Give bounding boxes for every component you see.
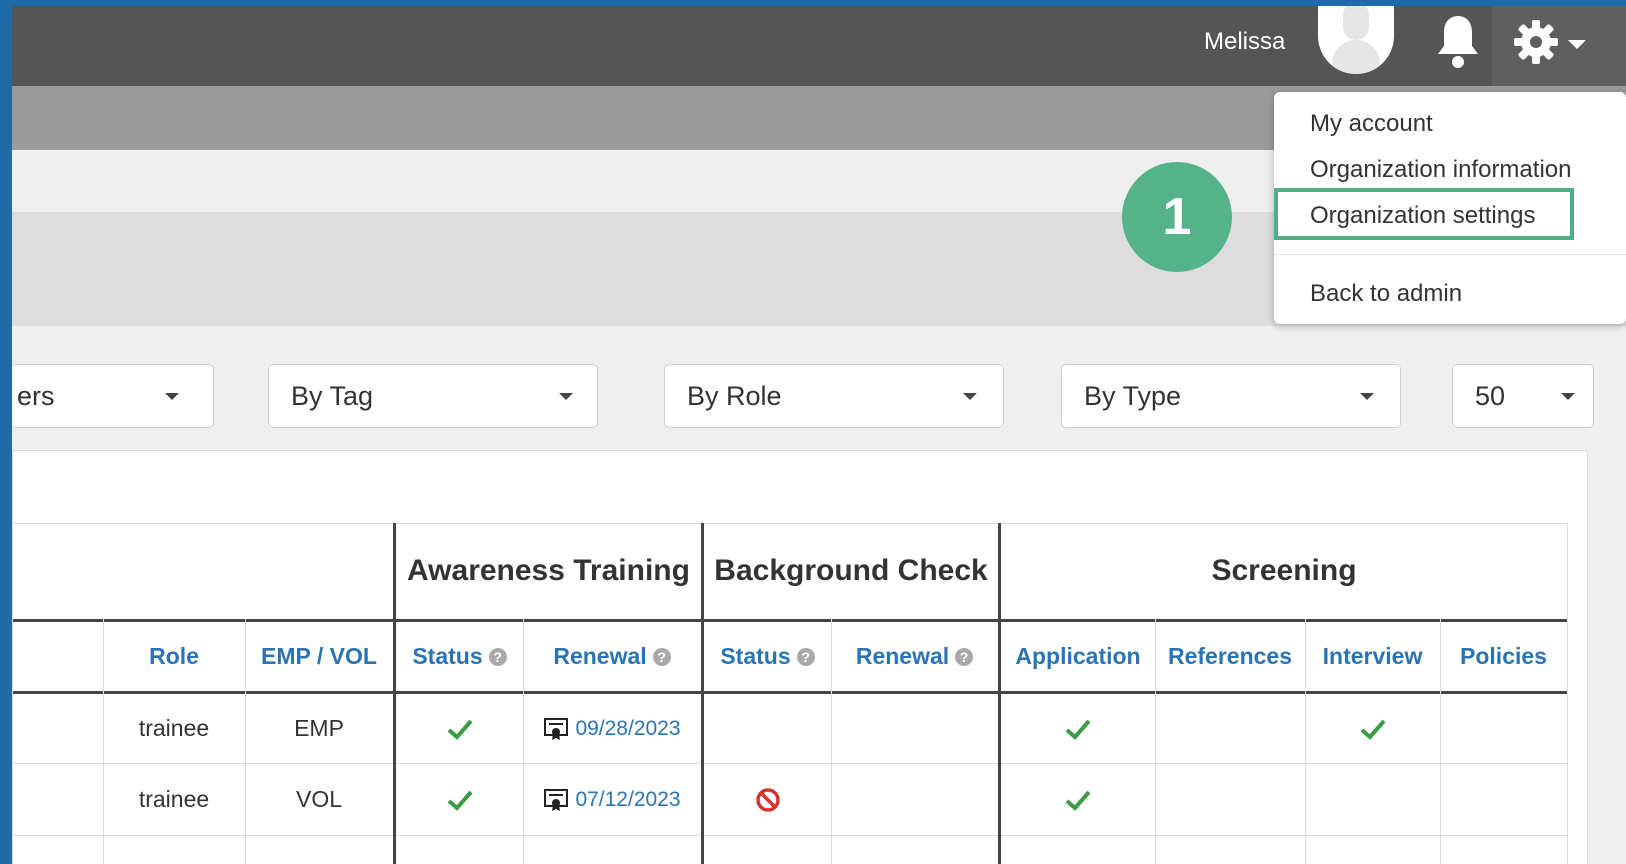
- chevron-down-icon: [963, 393, 977, 400]
- check-icon: [447, 790, 473, 811]
- group-screening: Screening: [1211, 554, 1357, 587]
- column-header-training-status[interactable]: Status?: [396, 622, 523, 691]
- filter-select-partial[interactable]: ers: [12, 364, 214, 428]
- column-header-emp-vol[interactable]: EMP / VOL: [245, 622, 393, 691]
- check-icon: [1065, 790, 1091, 811]
- top-nav-bar: Melissa: [12, 6, 1626, 86]
- filter-by-role[interactable]: By Role: [664, 364, 1004, 428]
- chevron-down-icon: [1568, 40, 1586, 49]
- help-icon[interactable]: ?: [652, 647, 671, 666]
- user-name[interactable]: Melissa: [1204, 28, 1285, 56]
- cell-training-renewal[interactable]: 09/28/2023: [523, 694, 701, 763]
- help-icon[interactable]: ?: [796, 647, 815, 666]
- filter-label: By Tag: [291, 381, 374, 411]
- column-header-background-status[interactable]: Status?: [704, 622, 831, 691]
- group-background-check: Background Check: [714, 554, 988, 587]
- column-header-training-renewal[interactable]: Renewal?: [523, 622, 701, 691]
- column-header-role[interactable]: Role: [103, 622, 245, 691]
- menu-item-back-to-admin[interactable]: Back to admin: [1310, 280, 1462, 308]
- help-icon[interactable]: ?: [488, 647, 507, 666]
- step-badge: 1: [1122, 162, 1232, 272]
- cell-emp-vol: EMP: [294, 715, 344, 741]
- filter-by-tag[interactable]: By Tag: [268, 364, 598, 428]
- cell-background-status: [704, 764, 831, 835]
- column-header-references[interactable]: References: [1155, 622, 1305, 691]
- menu-item-organization-information[interactable]: Organization information: [1310, 156, 1571, 184]
- column-header-policies[interactable]: Policies: [1440, 622, 1567, 691]
- chevron-down-icon: [559, 393, 573, 400]
- column-header-interview[interactable]: Interview: [1305, 622, 1440, 691]
- check-icon: [1360, 719, 1386, 740]
- column-header-application[interactable]: Application: [1001, 622, 1155, 691]
- chevron-down-icon: [1561, 393, 1575, 400]
- chevron-down-icon: [165, 393, 179, 400]
- compliance-table-panel: Awareness Training Background Check Scre…: [12, 450, 1588, 864]
- gear-icon: [1514, 20, 1558, 64]
- cell-training-renewal[interactable]: 07/12/2023: [523, 764, 701, 835]
- per-page-value: 50: [1475, 381, 1506, 411]
- group-awareness-training: Awareness Training: [407, 554, 690, 587]
- filter-label: By Type: [1084, 381, 1182, 411]
- check-icon: [447, 719, 473, 740]
- cell-role: trainee: [138, 786, 210, 812]
- cell-role: trainee: [138, 715, 210, 741]
- menu-divider: [1274, 254, 1626, 255]
- renewal-date-link[interactable]: 09/28/2023: [575, 717, 680, 741]
- renewal-date-link[interactable]: 07/12/2023: [575, 788, 680, 812]
- cell-application: [1001, 694, 1155, 763]
- app-window: Melissa My account Organization informat…: [12, 6, 1626, 864]
- column-header-background-renewal[interactable]: Renewal?: [831, 622, 998, 691]
- bell-icon[interactable]: [1434, 12, 1482, 70]
- per-page-select[interactable]: 50: [1452, 364, 1594, 428]
- filter-label: ers: [17, 381, 55, 411]
- cell-emp-vol: VOL: [295, 786, 343, 812]
- cell-interview: [1305, 694, 1440, 763]
- chevron-down-icon: [1360, 393, 1374, 400]
- highlight-box: [1274, 188, 1574, 240]
- cell-training-status: [396, 764, 523, 835]
- filter-label: By Role: [687, 381, 782, 411]
- filter-by-type[interactable]: By Type: [1061, 364, 1401, 428]
- certificate-icon[interactable]: [543, 717, 569, 741]
- help-icon[interactable]: ?: [955, 647, 974, 666]
- avatar-icon[interactable]: [1318, 6, 1394, 74]
- check-icon: [1065, 719, 1091, 740]
- cell-training-status: [396, 694, 523, 763]
- settings-menu-button[interactable]: [1492, 6, 1626, 86]
- prohibited-icon: [755, 787, 780, 812]
- menu-item-my-account[interactable]: My account: [1310, 110, 1433, 138]
- certificate-icon[interactable]: [543, 788, 569, 812]
- cell-application: [1001, 764, 1155, 835]
